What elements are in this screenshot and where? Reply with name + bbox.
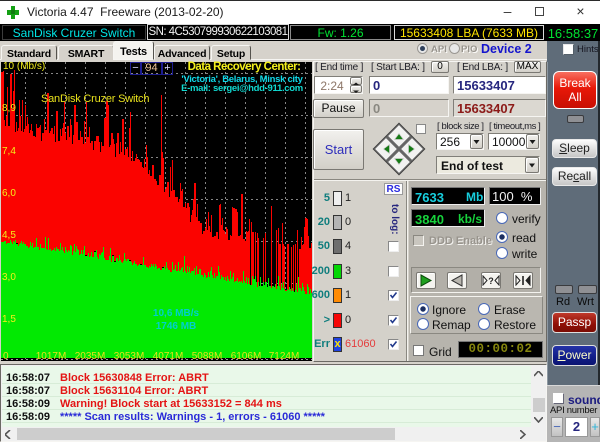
svg-text:?: ? [488,276,494,286]
